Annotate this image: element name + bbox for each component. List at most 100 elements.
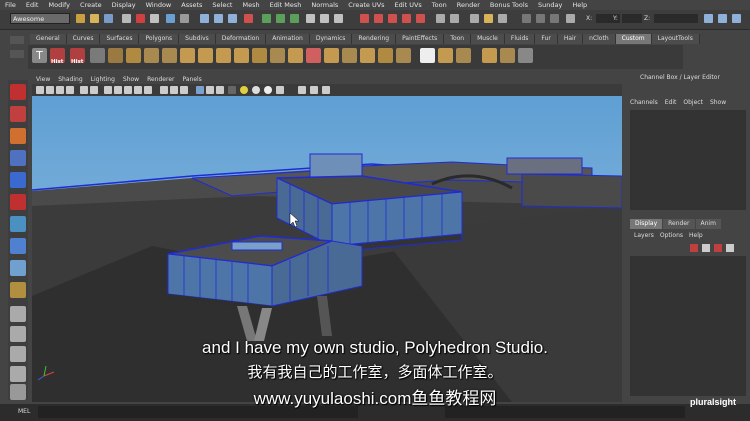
viewport-menu-shading[interactable]: Shading bbox=[54, 75, 86, 84]
snap-point-icon[interactable] bbox=[228, 14, 237, 23]
poly-tool-icon[interactable] bbox=[342, 48, 357, 63]
shelf-menu-icon[interactable] bbox=[10, 36, 24, 44]
shelf-tab-surfaces[interactable]: Surfaces bbox=[100, 34, 140, 44]
cb-menu-channels[interactable]: Channels bbox=[630, 99, 658, 106]
new-layer-icon[interactable] bbox=[690, 244, 698, 252]
menu-edit-uvs[interactable]: Edit UVs bbox=[390, 0, 427, 10]
layout-single-icon[interactable] bbox=[10, 306, 26, 322]
lasso-tool-icon[interactable] bbox=[10, 106, 26, 122]
layout-icon[interactable] bbox=[536, 14, 545, 23]
shelf-tab-painteffects[interactable]: PaintEffects bbox=[396, 34, 445, 44]
render-view-icon[interactable] bbox=[306, 14, 315, 23]
layer-menu-help[interactable]: Help bbox=[689, 232, 703, 239]
viewport-menu-lighting[interactable]: Lighting bbox=[87, 75, 119, 84]
poly-tool-icon[interactable] bbox=[306, 48, 321, 63]
shelf-tab-toon[interactable]: Toon bbox=[444, 34, 472, 44]
xray-joints-icon[interactable] bbox=[216, 86, 224, 94]
render-globals-icon[interactable] bbox=[450, 14, 459, 23]
viewport-menu-view[interactable]: View bbox=[32, 75, 54, 84]
mask-icon[interactable] bbox=[180, 14, 189, 23]
menu-render[interactable]: Render bbox=[452, 0, 485, 10]
snap-curve-icon[interactable] bbox=[214, 14, 223, 23]
menu-bonus-tools[interactable]: Bonus Tools bbox=[485, 0, 533, 10]
menu-edit-mesh[interactable]: Edit Mesh bbox=[265, 0, 307, 10]
magnet-icon[interactable] bbox=[374, 14, 383, 23]
magnet-icon[interactable] bbox=[388, 14, 397, 23]
shelf-tab-fluids[interactable]: Fluids bbox=[504, 34, 536, 44]
poly-tool-icon[interactable] bbox=[396, 48, 411, 63]
mask-icon[interactable] bbox=[166, 14, 175, 23]
uv-tool-icon[interactable] bbox=[90, 48, 105, 63]
select-object-icon[interactable] bbox=[136, 14, 145, 23]
grid-toggle-icon[interactable] bbox=[80, 86, 88, 94]
antialias-icon[interactable] bbox=[276, 86, 284, 94]
poly-tool-icon[interactable] bbox=[108, 48, 123, 63]
shelf-tab-muscle[interactable]: Muscle bbox=[471, 34, 505, 44]
move-up-icon[interactable] bbox=[714, 244, 722, 252]
layer-menu-layers[interactable]: Layers bbox=[634, 232, 654, 239]
menu-modify[interactable]: Modify bbox=[43, 0, 75, 10]
viewport-menu-panels[interactable]: Panels bbox=[178, 75, 205, 84]
camera-attributes-icon[interactable] bbox=[46, 86, 54, 94]
menu-select[interactable]: Select bbox=[207, 0, 237, 10]
magnet-icon[interactable] bbox=[360, 14, 369, 23]
menu-mesh[interactable]: Mesh bbox=[237, 0, 264, 10]
new-layer-selected-icon[interactable] bbox=[702, 244, 710, 252]
menu-window[interactable]: Window bbox=[141, 0, 177, 10]
isolate-select-icon[interactable] bbox=[298, 86, 306, 94]
snap-grid-icon[interactable] bbox=[200, 14, 209, 23]
image-plane-icon[interactable] bbox=[66, 86, 74, 94]
move-down-icon[interactable] bbox=[726, 244, 734, 252]
poly-tool-icon[interactable] bbox=[500, 48, 515, 63]
cb-menu-object[interactable]: Object bbox=[683, 99, 703, 106]
light-icon[interactable] bbox=[240, 86, 248, 94]
resolution-gate-icon[interactable] bbox=[104, 86, 112, 94]
magnet-icon[interactable] bbox=[416, 14, 425, 23]
hypershade-icon[interactable] bbox=[498, 14, 507, 23]
safe-title-icon[interactable] bbox=[144, 86, 152, 94]
mode-selector[interactable]: Awesome bbox=[10, 13, 70, 24]
layer-menu-options[interactable]: Options bbox=[660, 232, 683, 239]
shaded-cube-icon[interactable] bbox=[196, 86, 204, 94]
poly-tool-icon[interactable] bbox=[270, 48, 285, 63]
input-icon[interactable] bbox=[290, 14, 299, 23]
poly-tool-icon[interactable] bbox=[482, 48, 497, 63]
open-scene-icon[interactable] bbox=[90, 14, 99, 23]
shelf-tab-deformation[interactable]: Deformation bbox=[215, 34, 267, 44]
rotate-tool-icon[interactable] bbox=[10, 172, 26, 188]
wireframe-icon[interactable] bbox=[160, 86, 168, 94]
camera-icon[interactable] bbox=[470, 14, 479, 23]
shelf-tab-curves[interactable]: Curves bbox=[66, 34, 101, 44]
snap-plane-icon[interactable] bbox=[244, 14, 253, 23]
film-gate-icon[interactable] bbox=[90, 86, 98, 94]
layout-icon[interactable] bbox=[550, 14, 559, 23]
poly-tool-icon[interactable] bbox=[518, 48, 533, 63]
menu-display[interactable]: Display bbox=[107, 0, 141, 10]
poly-tool-icon[interactable] bbox=[360, 48, 375, 63]
soft-mod-icon[interactable] bbox=[10, 238, 26, 254]
layer-tab-anim[interactable]: Anim bbox=[695, 219, 721, 229]
new-scene-icon[interactable] bbox=[76, 14, 85, 23]
text-tool-icon[interactable]: T bbox=[32, 48, 47, 63]
safe-action-icon[interactable] bbox=[134, 86, 142, 94]
frame-selected-icon[interactable] bbox=[322, 86, 330, 94]
checker-icon[interactable] bbox=[420, 48, 435, 63]
shelf-tab-custom[interactable]: Custom bbox=[615, 34, 652, 44]
paint-select-icon[interactable] bbox=[10, 128, 26, 144]
poly-tool-icon[interactable] bbox=[324, 48, 339, 63]
shelf-tab-hair[interactable]: Hair bbox=[557, 34, 584, 44]
ambient-occlusion-icon[interactable] bbox=[264, 86, 272, 94]
render-frame-icon[interactable] bbox=[320, 14, 329, 23]
cb-menu-show[interactable]: Show bbox=[710, 99, 726, 106]
manipulator-icon[interactable] bbox=[10, 216, 26, 232]
poly-tool-icon[interactable] bbox=[438, 48, 453, 63]
poly-tool-icon[interactable] bbox=[162, 48, 177, 63]
shelf-tab-polygons[interactable]: Polygons bbox=[139, 34, 180, 44]
poly-tool-icon[interactable] bbox=[216, 48, 231, 63]
gate-mask-icon[interactable] bbox=[114, 86, 122, 94]
layout-icon[interactable] bbox=[522, 14, 531, 23]
mel-label[interactable]: MEL bbox=[18, 408, 30, 415]
select-tool-icon[interactable] bbox=[10, 84, 26, 100]
bookmark-icon[interactable] bbox=[56, 86, 64, 94]
render-settings-icon[interactable] bbox=[436, 14, 445, 23]
